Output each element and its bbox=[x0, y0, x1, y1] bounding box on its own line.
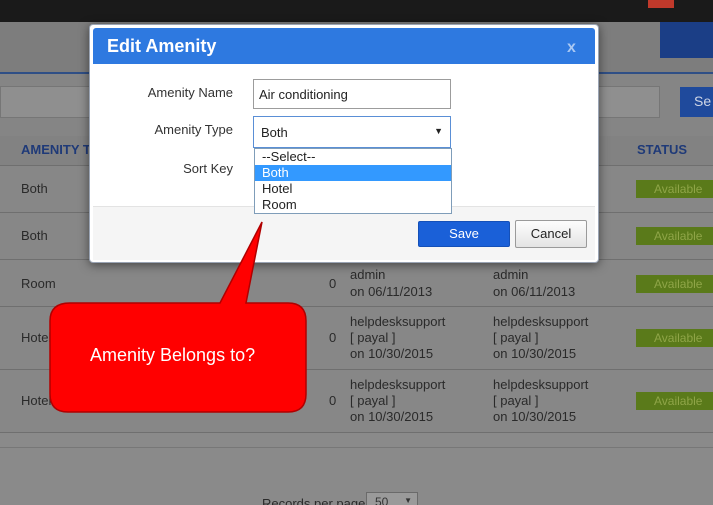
dropdown-option-room[interactable]: Room bbox=[255, 197, 451, 213]
save-button[interactable]: Save bbox=[418, 221, 510, 247]
dialog-title: Edit Amenity bbox=[107, 36, 217, 56]
chevron-down-icon: ▼ bbox=[434, 126, 443, 136]
top-navbar bbox=[0, 0, 713, 22]
cell-amenity-type: Both bbox=[21, 228, 48, 243]
column-header-status[interactable]: STATUS bbox=[637, 142, 687, 157]
column-header-amenity-type[interactable]: AMENITY T bbox=[21, 142, 91, 157]
add-button[interactable] bbox=[660, 22, 713, 58]
cell-updated-on: on 06/11/2013 bbox=[493, 284, 576, 299]
edit-amenity-dialog: Edit Amenity x Amenity Name Air conditio… bbox=[89, 24, 599, 263]
cell-created-by: helpdesksupport bbox=[350, 314, 446, 329]
dialog-body: Amenity Name Air conditioning Amenity Ty… bbox=[93, 64, 595, 214]
cell-amenity-type: Both bbox=[21, 181, 48, 196]
amenity-type-value: Both bbox=[261, 125, 288, 140]
sort-key-label: Sort Key bbox=[183, 161, 233, 176]
cell-count: 0 bbox=[329, 276, 337, 291]
cell-amenity-type: Room bbox=[21, 276, 56, 291]
status-badge: Available bbox=[636, 275, 713, 293]
amenity-type-select[interactable]: Both ▼ bbox=[253, 116, 451, 148]
records-per-page-label: Records per page bbox=[262, 496, 366, 505]
cell-count: 0 bbox=[329, 393, 337, 408]
status-badge: Available bbox=[636, 180, 713, 198]
cell-updated-on: on 10/30/2015 bbox=[493, 409, 577, 424]
cell-amenity-type: Hotel bbox=[21, 330, 52, 345]
cell-updated-by: admin bbox=[493, 267, 529, 282]
cell-created-user: [ payal ] bbox=[350, 393, 396, 408]
dialog-footer: Save Cancel bbox=[93, 206, 595, 260]
dropdown-option-select[interactable]: --Select-- bbox=[255, 149, 451, 165]
cell-created-user: [ payal ] bbox=[350, 330, 396, 345]
cell-updated-by: helpdesksupport bbox=[493, 377, 589, 392]
cell-updated-user: [ payal ] bbox=[493, 330, 539, 345]
status-badge: Available bbox=[636, 227, 713, 245]
cancel-button[interactable]: Cancel bbox=[515, 220, 587, 248]
amenity-name-label: Amenity Name bbox=[147, 85, 233, 100]
cell-updated-user: [ payal ] bbox=[493, 393, 539, 408]
cell-updated-by: helpdesksupport bbox=[493, 314, 589, 329]
callout-text: Amenity Belongs to? bbox=[90, 345, 256, 365]
cell-updated-on: on 10/30/2015 bbox=[493, 346, 577, 361]
cell-created-on: on 06/11/2013 bbox=[350, 284, 433, 299]
cell-count: 0 bbox=[329, 330, 337, 345]
close-icon[interactable]: x bbox=[567, 39, 576, 57]
search-button[interactable]: Se bbox=[680, 87, 713, 117]
amenity-type-dropdown: --Select-- Both Hotel Room bbox=[254, 148, 452, 214]
records-per-page-select[interactable]: 50 ▼ bbox=[366, 492, 418, 505]
cell-created-on: on 10/30/2015 bbox=[350, 346, 434, 361]
cell-created-by: helpdesksupport bbox=[350, 377, 446, 392]
dialog-header: Edit Amenity x bbox=[93, 28, 595, 64]
amenity-type-label: Amenity Type bbox=[154, 122, 233, 137]
records-per-page-value: 50 bbox=[375, 495, 389, 505]
status-badge: Available bbox=[636, 392, 713, 410]
status-badge: Available bbox=[636, 329, 713, 347]
cell-amenity-type: Hotel bbox=[21, 393, 52, 408]
chevron-down-icon: ▼ bbox=[404, 496, 412, 505]
amenity-name-input[interactable]: Air conditioning bbox=[253, 79, 451, 109]
dropdown-option-both[interactable]: Both bbox=[255, 165, 451, 181]
cell-created-on: on 10/30/2015 bbox=[350, 409, 434, 424]
cell-created-by: admin bbox=[350, 267, 386, 282]
dropdown-option-hotel[interactable]: Hotel bbox=[255, 181, 451, 197]
top-red-button[interactable] bbox=[648, 0, 674, 8]
